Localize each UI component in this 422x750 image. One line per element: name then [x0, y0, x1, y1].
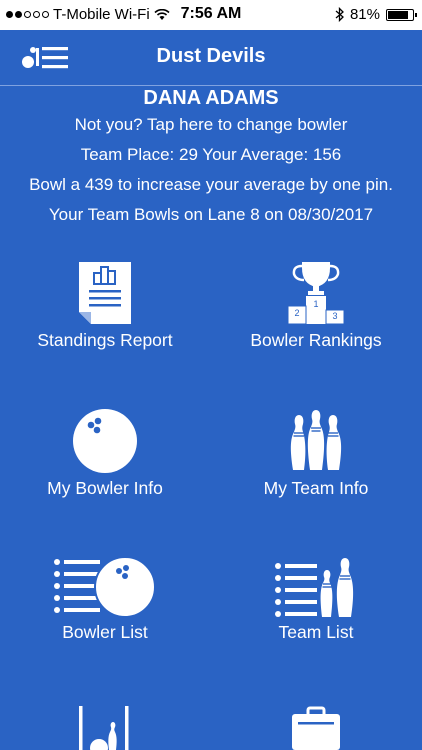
- bluetooth-icon: [335, 7, 344, 22]
- bowling-lane-icon: [79, 706, 129, 750]
- team-list-label: Team List: [278, 622, 354, 642]
- bowler-list-icon: [54, 556, 156, 618]
- bowler-name: DANA ADAMS: [143, 87, 279, 109]
- team-place-text: Team Place: 29 Your Average: 156: [80, 145, 342, 164]
- my-team-info-button[interactable]: My Team Info: [211, 408, 421, 499]
- bowler-list-label: Bowler List: [62, 622, 148, 642]
- battery-icon: [386, 8, 417, 21]
- standings-report-label: Standings Report: [37, 330, 173, 350]
- clipboard-icon: [292, 706, 340, 750]
- status-right: 81%: [335, 6, 417, 23]
- lane-schedule-text: Your Team Bowls on Lane 8 on 08/30/2017: [48, 205, 374, 224]
- nav-title: Dust Devils: [156, 45, 266, 67]
- bowling-ball-icon: [73, 409, 137, 473]
- trophy-place-3: 3: [332, 311, 337, 321]
- my-team-info-label: My Team Info: [263, 478, 369, 498]
- battery-percent: 81%: [349, 6, 380, 23]
- menu-tile-partial-left[interactable]: [0, 704, 210, 750]
- status-bar: T-Mobile Wi-Fi 7:56 AM 81%: [0, 0, 422, 30]
- bowler-info-panel: DANA ADAMS Not you? Tap here to change b…: [0, 86, 422, 230]
- team-list-icon: [275, 558, 354, 617]
- bowler-rankings-button[interactable]: 1 2 3 Bowler Rankings: [211, 260, 421, 351]
- trophy-icon: 1 2 3: [287, 262, 345, 325]
- my-bowler-info-label: My Bowler Info: [47, 478, 163, 498]
- change-bowler-link[interactable]: Not you? Tap here to change bowler: [0, 110, 422, 140]
- bowler-rankings-label: Bowler Rankings: [250, 330, 382, 350]
- increase-average-text: Bowl a 439 to increase your average by o…: [29, 175, 393, 194]
- my-bowler-info-button[interactable]: My Bowler Info: [0, 408, 210, 499]
- standings-report-button[interactable]: Standings Report: [0, 260, 210, 351]
- trophy-place-1: 1: [313, 299, 318, 309]
- team-list-button[interactable]: Team List: [211, 556, 421, 643]
- bowling-pins-icon: [290, 410, 342, 470]
- trophy-place-2: 2: [294, 308, 299, 318]
- report-icon: [79, 262, 131, 324]
- nav-bar: Dust Devils: [0, 30, 422, 86]
- bowler-list-button[interactable]: Bowler List: [0, 556, 210, 643]
- menu-tile-partial-right[interactable]: [211, 706, 421, 750]
